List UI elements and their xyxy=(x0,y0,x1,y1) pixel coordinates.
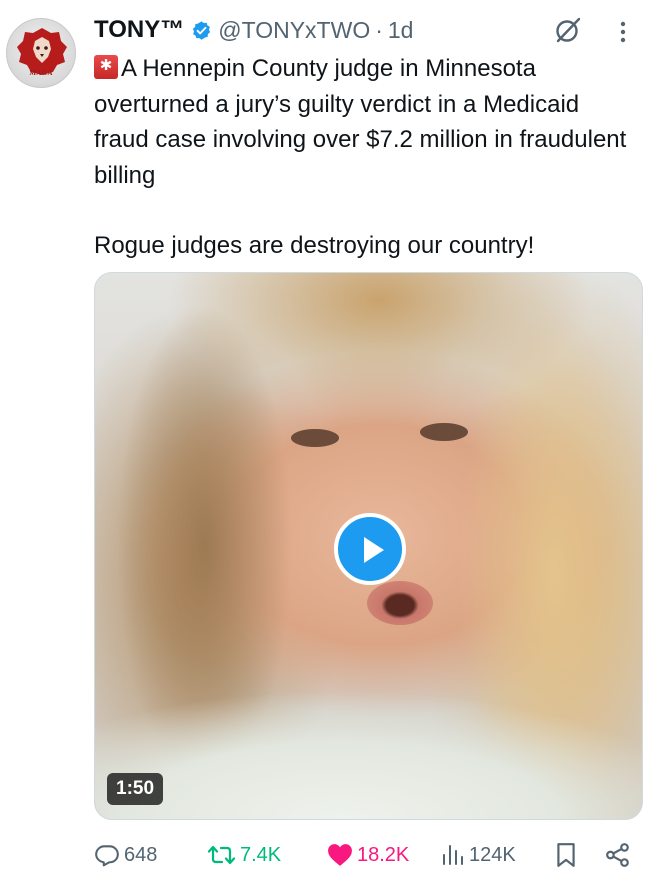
siren-emoji-icon xyxy=(94,55,118,79)
view-count: 124K xyxy=(469,843,516,866)
tweet-header: TONY™ @TONYxTWO · 1d xyxy=(94,12,413,48)
avatar[interactable]: MAGA xyxy=(6,18,76,88)
repost-icon xyxy=(208,845,236,865)
separator-dot: · xyxy=(375,16,383,43)
views-chart-icon xyxy=(443,845,463,865)
reply-count: 648 xyxy=(124,843,158,866)
bookmark-button[interactable] xyxy=(555,838,577,872)
timestamp[interactable]: 1d xyxy=(388,17,414,44)
reply-icon xyxy=(95,845,119,867)
play-button[interactable] xyxy=(334,513,406,585)
bookmark-icon xyxy=(557,843,575,867)
lion-logo-icon xyxy=(17,28,67,75)
views-button[interactable]: 124K xyxy=(441,838,516,872)
tweet-text: A Hennepin County judge in Minnesota ove… xyxy=(94,51,639,264)
tweet[interactable]: MAGA TONY™ @TONYxTWO · 1d A Hennepin Cou… xyxy=(0,0,661,893)
share-icon xyxy=(606,843,629,867)
grok-icon[interactable] xyxy=(553,15,583,45)
video-duration-badge: 1:50 xyxy=(107,773,164,805)
avatar-badge-text: MAGA xyxy=(29,69,53,77)
video-player[interactable]: 1:50 xyxy=(94,272,643,820)
action-bar: 648 7.4K 18.2K 124K xyxy=(0,838,661,872)
like-button[interactable]: 18.2K xyxy=(327,838,409,872)
tweet-paragraph-2: Rogue judges are destroying our country! xyxy=(94,232,535,259)
heart-icon xyxy=(328,844,352,866)
user-handle[interactable]: @TONYxTWO xyxy=(218,17,370,44)
video-frame-mouth xyxy=(367,581,433,625)
more-options-icon[interactable] xyxy=(616,18,630,46)
display-name[interactable]: TONY™ xyxy=(94,16,184,44)
repost-button[interactable]: 7.4K xyxy=(208,838,281,872)
repost-count: 7.4K xyxy=(240,843,282,866)
video-frame-left-eye xyxy=(291,429,339,447)
verified-badge-icon xyxy=(193,20,211,40)
reply-button[interactable]: 648 xyxy=(94,838,157,872)
share-button[interactable] xyxy=(605,838,631,872)
video-frame-right-eye xyxy=(420,423,468,441)
video-frame-shirt xyxy=(95,669,642,819)
tweet-paragraph-1: A Hennepin County judge in Minnesota ove… xyxy=(94,55,627,189)
like-count: 18.2K xyxy=(357,843,410,866)
play-icon xyxy=(364,537,384,563)
